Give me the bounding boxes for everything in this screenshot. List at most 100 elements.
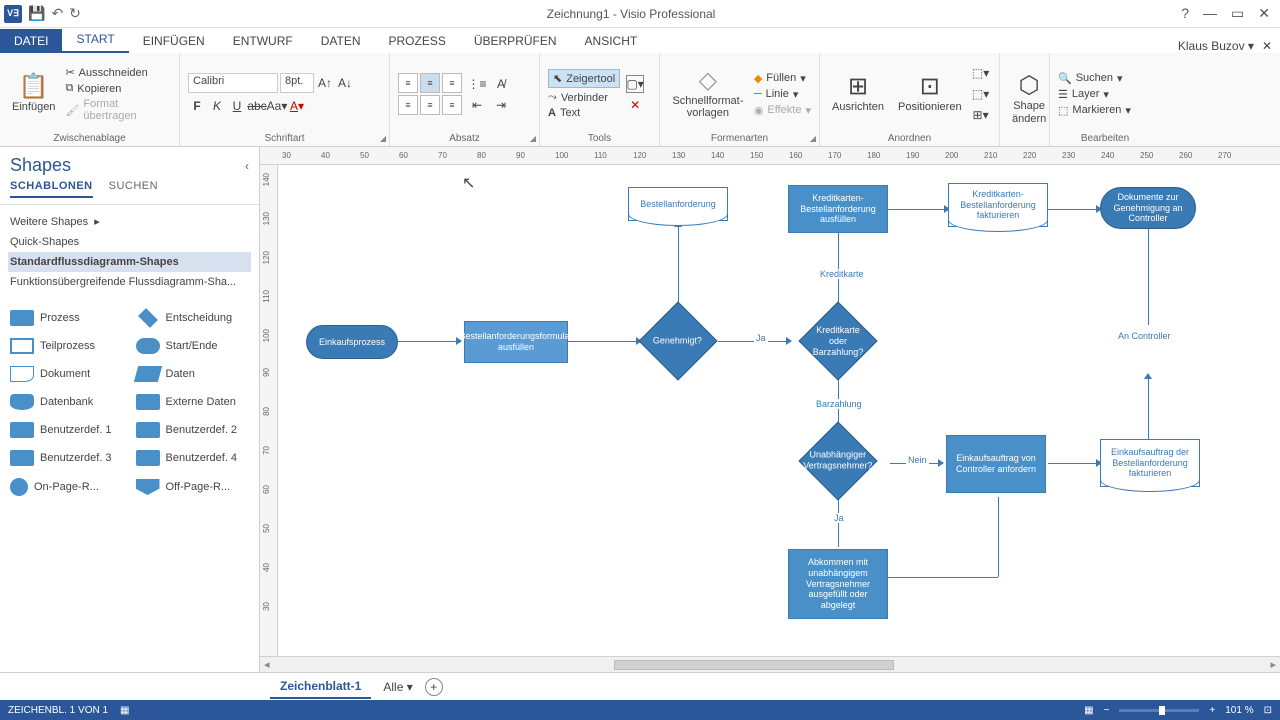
tab-file[interactable]: DATEI (0, 29, 62, 53)
group-button[interactable]: ⊞▾ (972, 106, 990, 124)
clear-format-button[interactable]: A̸ (492, 75, 510, 93)
align-top-left[interactable]: ≡ (398, 73, 418, 93)
send-back-button[interactable]: ⬚▾ (972, 85, 990, 103)
case-button[interactable]: Aa▾ (268, 97, 286, 115)
cat-standard-flowchart[interactable]: Standardflussdiagramm-Shapes (8, 252, 251, 272)
align-top-center[interactable]: ≡ (420, 73, 440, 93)
help-icon[interactable]: ? (1181, 5, 1189, 22)
bullets-button[interactable]: ⋮≡ (468, 75, 486, 93)
add-page-button[interactable]: + (425, 678, 443, 696)
zoom-level[interactable]: 101 % (1225, 705, 1253, 716)
shape-startend[interactable]: Start/Ende (134, 334, 252, 358)
node-document-request[interactable]: Bestellanforderung (628, 187, 728, 221)
tab-templates[interactable]: SCHABLONEN (10, 180, 93, 198)
align-bottom-center[interactable]: ≡ (420, 95, 440, 115)
pointer-tool-button[interactable]: ⬉Zeigertool (548, 69, 620, 88)
close-user-icon[interactable]: ✕ (1262, 39, 1272, 53)
cat-quick-shapes[interactable]: Quick-Shapes (8, 232, 251, 252)
shape-custom1[interactable]: Benutzerdef. 1 (8, 418, 126, 442)
copy-button[interactable]: ⧉Kopieren (65, 82, 171, 95)
tab-process[interactable]: PROZESS (374, 29, 459, 53)
cat-cross-functional[interactable]: Funktionsübergreifende Flussdiagramm-Sha… (8, 272, 251, 292)
shape-decision[interactable]: Entscheidung (134, 306, 252, 330)
shape-data[interactable]: Daten (134, 362, 252, 386)
node-decision-payment[interactable]: Kreditkarte oder Barzahlung? (798, 301, 877, 380)
shape-onpage[interactable]: On-Page-R... (8, 474, 126, 500)
redo-icon[interactable]: ↻ (69, 5, 81, 22)
italic-button[interactable]: K (208, 97, 226, 115)
zoom-slider[interactable] (1119, 709, 1199, 712)
delete-tool[interactable]: ✕ (626, 96, 644, 114)
shape-custom3[interactable]: Benutzerdef. 3 (8, 446, 126, 470)
font-size-select[interactable]: 8pt. (280, 73, 314, 93)
tab-view[interactable]: ANSICHT (571, 29, 652, 53)
change-shape-button[interactable]: ⬡Shape ändern (1008, 72, 1050, 126)
zoom-out-button[interactable]: − (1104, 705, 1110, 716)
text-tool-button[interactable]: AText (548, 107, 620, 119)
rectangle-tool[interactable]: ▢▾ (626, 75, 644, 93)
underline-button[interactable]: U (228, 97, 246, 115)
quick-styles-button[interactable]: ◇Schnellformat-vorlagen (668, 67, 748, 121)
shape-database[interactable]: Datenbank (8, 390, 126, 414)
node-process-ordercontroller[interactable]: Einkaufsauftrag von Controller anfordern (946, 435, 1046, 493)
node-decision-approved[interactable]: Genehmigt? (638, 301, 717, 380)
view-mode-icon[interactable]: ▦ (1084, 705, 1093, 716)
paste-button[interactable]: 📋Einfügen (8, 73, 59, 115)
node-process-agreement[interactable]: Abkommen mit unabhängigem Vertragsnehmer… (788, 549, 888, 619)
save-icon[interactable]: 💾 (28, 5, 45, 22)
status-macro-icon[interactable]: ▦ (120, 705, 129, 716)
align-bottom-right[interactable]: ≡ (442, 95, 462, 115)
format-painter-button[interactable]: 🖌Format übertragen (65, 98, 171, 122)
line-button[interactable]: ─Linie▾ (754, 88, 811, 101)
position-button[interactable]: ⊡Positionieren (894, 73, 966, 115)
tab-review[interactable]: ÜBERPRÜFEN (460, 29, 571, 53)
shape-subprocess[interactable]: Teilprozess (8, 334, 126, 358)
select-button[interactable]: ⬚Markieren▾ (1058, 104, 1131, 117)
shape-custom4[interactable]: Benutzerdef. 4 (134, 446, 252, 470)
close-icon[interactable]: ✕ (1258, 5, 1270, 22)
shape-custom2[interactable]: Benutzerdef. 2 (134, 418, 252, 442)
tab-data[interactable]: DATEN (307, 29, 375, 53)
tab-insert[interactable]: EINFÜGEN (129, 29, 219, 53)
shape-extdata[interactable]: Externe Daten (134, 390, 252, 414)
maximize-icon[interactable]: ▭ (1231, 5, 1244, 22)
node-process-fillform[interactable]: Bestellanforderungsformular ausfüllen (464, 321, 568, 363)
undo-icon[interactable]: ↶ (51, 5, 63, 22)
shape-document[interactable]: Dokument (8, 362, 126, 386)
node-end-controller[interactable]: Dokumente zur Genehmigung an Controller (1100, 187, 1196, 229)
layer-button[interactable]: ☰Layer▾ (1058, 88, 1131, 101)
bring-front-button[interactable]: ⬚▾ (972, 64, 990, 82)
paragraph-dialog-launcher[interactable]: ◢ (530, 134, 536, 143)
shape-offpage[interactable]: Off-Page-R... (134, 474, 252, 500)
tab-start[interactable]: START (62, 27, 128, 53)
align-button[interactable]: ⊞Ausrichten (828, 73, 888, 115)
node-document-ccinvoice[interactable]: Kreditkarten-Bestellanforderung fakturie… (948, 183, 1048, 227)
tab-search[interactable]: SUCHEN (109, 180, 158, 198)
font-color-button[interactable]: A▾ (288, 97, 306, 115)
find-button[interactable]: 🔍Suchen▾ (1058, 72, 1131, 85)
align-bottom-left[interactable]: ≡ (398, 95, 418, 115)
fill-button[interactable]: ◆Füllen▾ (754, 72, 811, 85)
horizontal-scrollbar[interactable]: ◂ ▸ (260, 656, 1280, 672)
tab-design[interactable]: ENTWURF (219, 29, 307, 53)
collapse-panel-icon[interactable]: ‹ (245, 159, 249, 173)
minimize-icon[interactable]: — (1203, 5, 1217, 22)
node-process-ccfill[interactable]: Kreditkarten-Bestellanforderung ausfülle… (788, 185, 888, 233)
shrink-font-button[interactable]: A↓ (336, 74, 354, 92)
node-document-orderinvoice[interactable]: Einkaufsauftrag der Bestellanforderung f… (1100, 439, 1200, 487)
font-name-select[interactable]: Calibri (188, 73, 278, 93)
font-dialog-launcher[interactable]: ◢ (380, 134, 386, 143)
align-top-right[interactable]: ≡ (442, 73, 462, 93)
node-decision-contractor[interactable]: Unabhängiger Vertragsnehmer? (798, 421, 877, 500)
bold-button[interactable]: F (188, 97, 206, 115)
effects-button[interactable]: ◉Effekte▾ (754, 104, 811, 117)
grow-font-button[interactable]: A↑ (316, 74, 334, 92)
page-tab-1[interactable]: Zeichenblatt-1 (270, 675, 371, 699)
all-pages-button[interactable]: Alle ▾ (383, 680, 412, 694)
shapestyles-dialog-launcher[interactable]: ◢ (810, 134, 816, 143)
cat-more-shapes[interactable]: Weitere Shapes ▸ (8, 211, 251, 232)
zoom-in-button[interactable]: + (1209, 705, 1215, 716)
strikethrough-button[interactable]: abc (248, 97, 266, 115)
cut-button[interactable]: ✂Ausschneiden (65, 66, 171, 79)
connector-tool-button[interactable]: ⤳Verbinder (548, 91, 620, 104)
